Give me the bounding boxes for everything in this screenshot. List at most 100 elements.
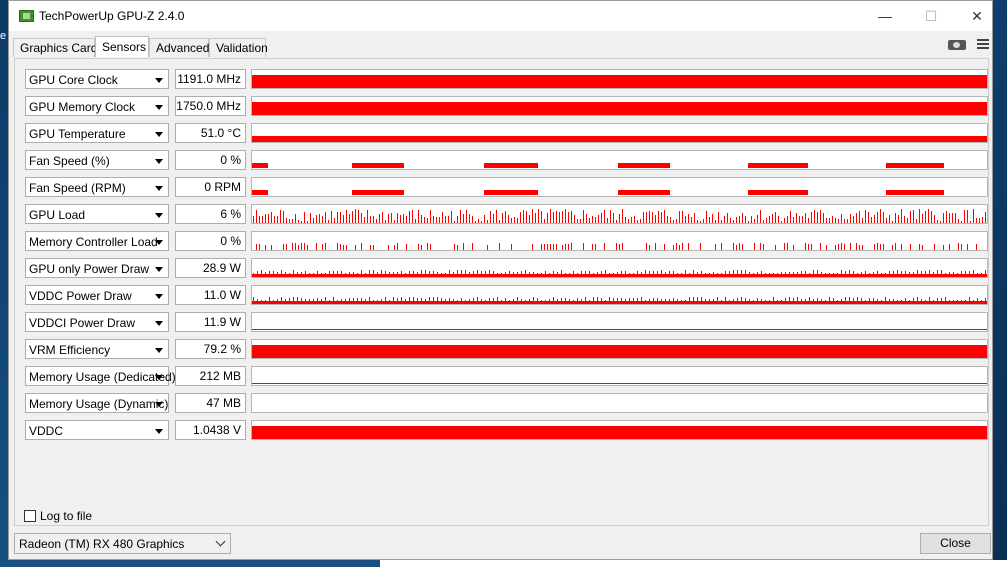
graph-spike [931, 211, 932, 223]
graph-spike [689, 273, 690, 274]
dropdown-arrow-icon[interactable] [155, 321, 163, 326]
dropdown-arrow-icon[interactable] [155, 213, 163, 218]
dropdown-arrow-icon[interactable] [155, 159, 163, 164]
graph-spike [763, 220, 764, 223]
graph-spike [649, 271, 650, 274]
dropdown-arrow-icon[interactable] [155, 429, 163, 434]
hamburger-menu-icon[interactable] [977, 39, 989, 50]
sensor-name-dropdown[interactable]: Fan Speed (%) [25, 150, 169, 170]
graph-spike [397, 272, 398, 274]
sensor-name-dropdown[interactable]: VDDC Power Draw [25, 285, 169, 305]
sensor-name-dropdown[interactable]: Fan Speed (RPM) [25, 177, 169, 197]
sensor-name-dropdown[interactable]: Memory Controller Load [25, 231, 169, 251]
graph-spike [439, 217, 440, 223]
graph-spike [721, 243, 722, 250]
dropdown-arrow-icon[interactable] [155, 186, 163, 191]
graph-spike [664, 244, 665, 250]
sensor-name-dropdown[interactable]: VRM Efficiency [25, 339, 169, 359]
graph-spike [341, 299, 342, 301]
graph-spike [853, 271, 854, 274]
graph-spike [673, 245, 674, 250]
graph-spike [814, 210, 815, 223]
graph-spike [973, 209, 974, 223]
graph-spike [733, 299, 734, 301]
minimize-button[interactable]: — [862, 1, 908, 31]
sensor-name-dropdown[interactable]: VDDC [25, 420, 169, 440]
graph-spike [833, 298, 834, 301]
close-button[interactable]: Close [920, 533, 991, 554]
dropdown-arrow-icon[interactable] [155, 402, 163, 407]
graph-spike [281, 270, 282, 274]
close-window-button[interactable]: ✕ [954, 1, 1000, 31]
sensor-name: Fan Speed (%) [29, 154, 110, 168]
graph-spike [917, 297, 918, 301]
sensor-name-dropdown[interactable]: GPU Memory Clock [25, 96, 169, 116]
graph-spike [811, 244, 812, 250]
graph-spike [973, 300, 974, 301]
tab-validation[interactable]: Validation [209, 38, 268, 57]
tab-advanced[interactable]: Advanced [149, 38, 209, 57]
graph-spike [601, 298, 602, 301]
graph-spike [937, 270, 938, 274]
gpu-selector-dropdown[interactable]: Radeon (TM) RX 480 Graphics [14, 533, 231, 554]
dropdown-arrow-icon[interactable] [155, 348, 163, 353]
graph-spike [725, 297, 726, 301]
graph-spike [679, 245, 680, 250]
graph-spike [484, 215, 485, 223]
graph-segment [352, 163, 404, 168]
graph-spike [965, 300, 966, 301]
graph-spike [633, 273, 634, 274]
sensor-name: VRM Efficiency [29, 343, 111, 357]
graph-fill [252, 75, 987, 88]
dropdown-arrow-icon[interactable] [155, 267, 163, 272]
tab-sensors[interactable]: Sensors [95, 36, 149, 57]
maximize-button[interactable]: ☐ [908, 1, 954, 31]
sensor-name-dropdown[interactable]: VDDCI Power Draw [25, 312, 169, 332]
graph-spike [341, 271, 342, 274]
sensor-name-dropdown[interactable]: Memory Usage (Dynamic) [25, 393, 169, 413]
sensor-name-dropdown[interactable]: Memory Usage (Dedicated) [25, 366, 176, 386]
graph-spike [877, 212, 878, 223]
dropdown-arrow-icon[interactable] [155, 105, 163, 110]
graph-spike [532, 209, 533, 223]
graph-spike [769, 300, 770, 301]
graph-spike [646, 212, 647, 223]
graph-spike [821, 272, 822, 274]
sensor-name-dropdown[interactable]: GPU Core Clock [25, 69, 169, 89]
desktop-edge-glyph: e [0, 30, 7, 42]
dropdown-arrow-icon[interactable] [155, 294, 163, 299]
sensor-name-dropdown[interactable]: GPU only Power Draw [25, 258, 169, 278]
sensor-graph [251, 177, 988, 197]
graph-spike [793, 217, 794, 223]
title-bar[interactable]: TechPowerUp GPU-Z 2.4.0 — ☐ ✕ [9, 1, 992, 31]
tab-graphics-card[interactable]: Graphics Card [13, 38, 97, 57]
camera-icon[interactable] [946, 37, 970, 51]
sensor-name-dropdown[interactable]: GPU Load [25, 204, 169, 224]
graph-spike [849, 297, 850, 301]
graph-fill [252, 426, 987, 439]
graph-spike [406, 216, 407, 223]
dropdown-arrow-icon[interactable] [155, 240, 163, 245]
graph-spike [325, 212, 326, 223]
sensor-name-dropdown[interactable]: GPU Temperature [25, 123, 169, 143]
graph-spike [433, 271, 434, 274]
graph-spike [547, 244, 548, 250]
graph-spike [760, 243, 761, 250]
graph-spike [737, 298, 738, 301]
graph-spike [653, 271, 654, 274]
graph-spike [761, 271, 762, 274]
dropdown-arrow-icon[interactable] [155, 132, 163, 137]
graph-spike [565, 244, 566, 250]
dropdown-arrow-icon[interactable] [155, 78, 163, 83]
graph-spike [509, 271, 510, 274]
graph-spike [730, 218, 731, 223]
graph-spike [799, 216, 800, 223]
graph-spike [829, 273, 830, 274]
graph-spike [557, 299, 558, 301]
sensor-graph [251, 285, 988, 305]
graph-spike [545, 300, 546, 301]
dropdown-arrow-icon[interactable] [155, 375, 163, 380]
graph-spike [424, 217, 425, 223]
graph-spike [589, 218, 590, 223]
checkbox-box[interactable] [24, 510, 36, 522]
